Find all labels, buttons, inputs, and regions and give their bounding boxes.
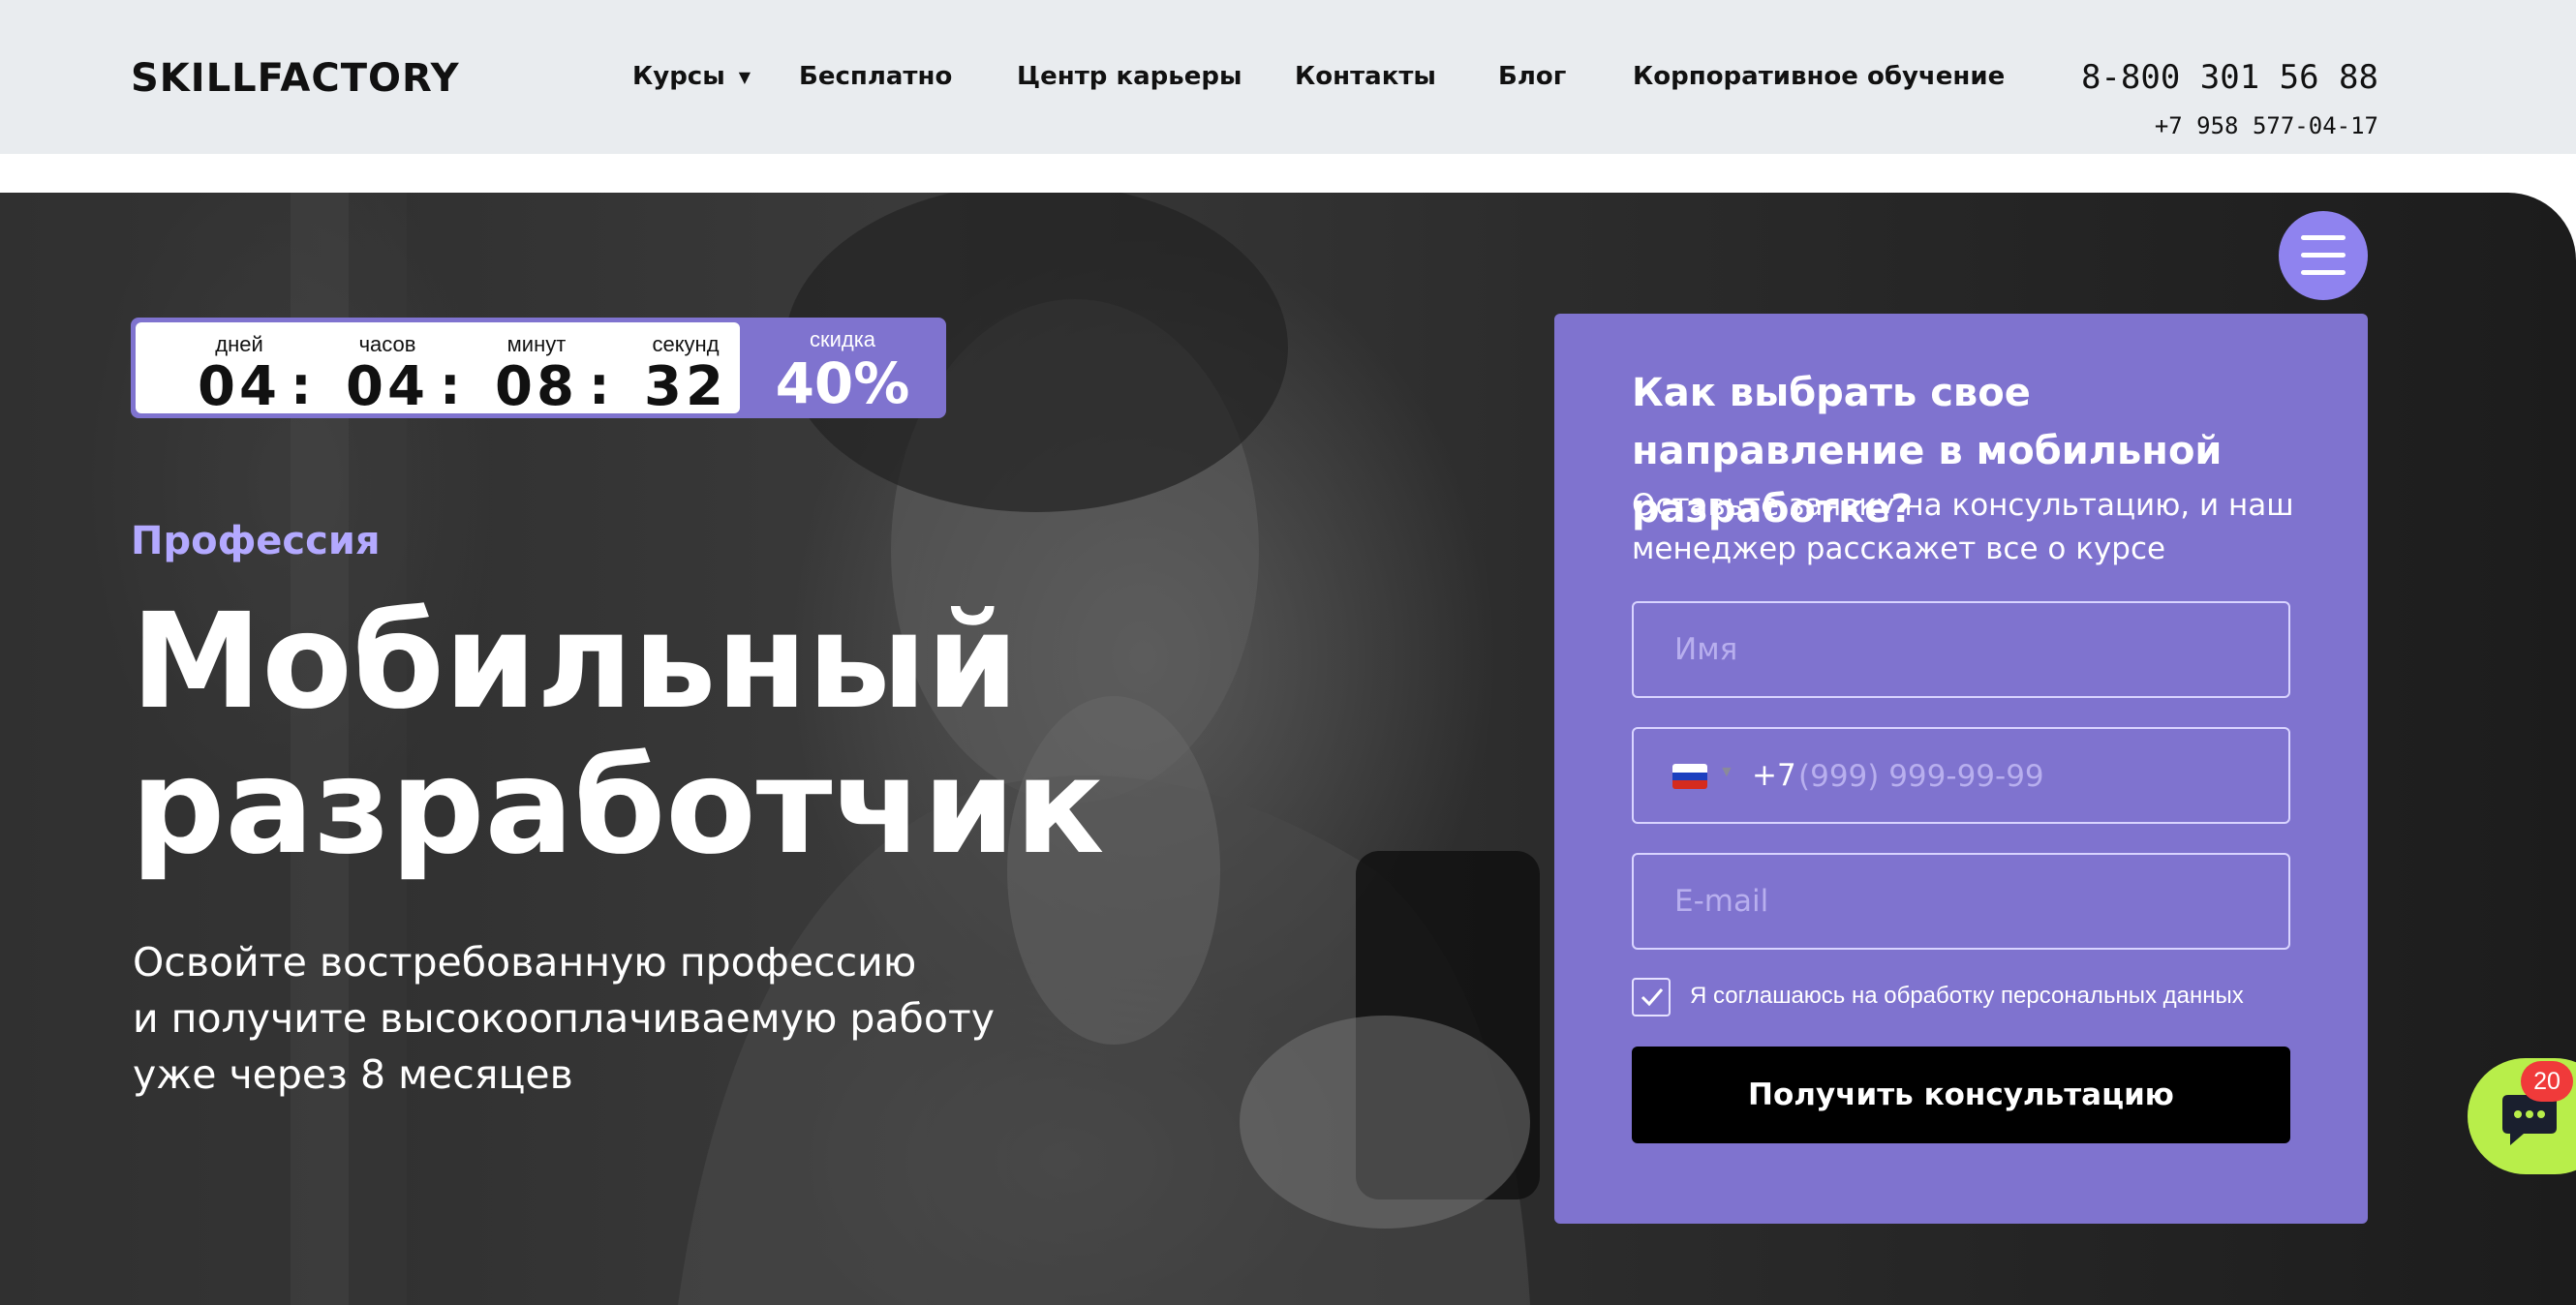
page-title: Мобильный разработчик	[131, 590, 1104, 880]
menu-button[interactable]	[2279, 211, 2368, 300]
hero-subtitle: Освойте востребованную профессию и получ…	[133, 934, 995, 1103]
phone-country-code: +7	[1752, 758, 1796, 793]
phone-secondary[interactable]: +7 958 577-04-17	[2155, 112, 2378, 139]
phone-input[interactable]	[1798, 748, 2263, 804]
separator: :	[291, 355, 312, 416]
form-description: Оставьте заявку на консультацию, и наш м…	[1632, 488, 2294, 566]
logo[interactable]: SKILLFACTORY	[131, 56, 460, 101]
chevron-down-icon: ▼	[738, 68, 751, 86]
consultation-form: Как выбрать свое направление в мобильной…	[1554, 314, 2368, 1224]
title-line-2: разработчик	[131, 731, 1105, 884]
subtitle-line-3: уже через 8 месяцев	[133, 1051, 573, 1098]
chevron-down-icon[interactable]: ▼	[1719, 764, 1734, 781]
hamburger-icon	[2301, 270, 2346, 275]
nav-career-center[interactable]: Центр карьеры	[1017, 62, 1242, 91]
seconds-label: секунд	[652, 332, 720, 356]
chat-unread-badge: 20	[2521, 1061, 2573, 1102]
seconds-value: 32	[644, 355, 727, 418]
profession-eyebrow: Профессия	[131, 519, 381, 563]
discount-label: скидка	[809, 327, 876, 351]
nav-corporate[interactable]: Корпоративное обучение	[1633, 62, 2005, 91]
days-label: дней	[215, 332, 263, 356]
minutes-value: 08	[495, 355, 578, 418]
consent-checkbox[interactable]	[1632, 978, 1671, 1017]
countdown-timer: дней часов минут секунд 04 : 04 : 08 : 3…	[131, 318, 946, 418]
phone-field[interactable]: ▼ +7	[1632, 727, 2290, 824]
name-input[interactable]	[1632, 601, 2290, 698]
hero-section: дней часов минут секунд 04 : 04 : 08 : 3…	[0, 193, 2576, 1305]
email-input[interactable]	[1632, 853, 2290, 950]
hours-value: 04	[346, 355, 429, 418]
subtitle-line-2: и получите высокооплачиваемую работу	[133, 995, 996, 1042]
separator: :	[589, 355, 610, 416]
russia-flag-icon[interactable]	[1672, 764, 1707, 789]
phone-main[interactable]: 8-800 301 56 88	[2081, 58, 2378, 97]
nav-free[interactable]: Бесплатно	[799, 62, 952, 91]
nav-courses[interactable]: Курсы ▼	[632, 62, 751, 91]
hamburger-icon	[2301, 235, 2346, 240]
nav-courses-label: Курсы	[632, 62, 725, 91]
hamburger-icon	[2301, 253, 2346, 258]
minutes-label: минут	[506, 332, 567, 356]
countdown-values: дней часов минут секунд 04 : 04 : 08 : 3…	[136, 322, 740, 418]
nav-blog[interactable]: Блог	[1498, 62, 1566, 91]
title-line-1: Мобильный	[131, 586, 1019, 739]
nav-contacts[interactable]: Контакты	[1295, 62, 1436, 91]
submit-button[interactable]: Получить консультацию	[1632, 1047, 2290, 1143]
checkmark-icon	[1641, 988, 1664, 1007]
site-header: SKILLFACTORY Курсы ▼ Бесплатно Центр карь…	[0, 0, 2576, 154]
consent-label: Я соглашаюсь на обработку персональных д…	[1690, 983, 2244, 1009]
hours-label: часов	[358, 332, 416, 356]
separator: :	[440, 355, 461, 416]
subtitle-line-1: Освойте востребованную профессию	[133, 939, 917, 986]
discount-value: 40%	[775, 350, 910, 416]
